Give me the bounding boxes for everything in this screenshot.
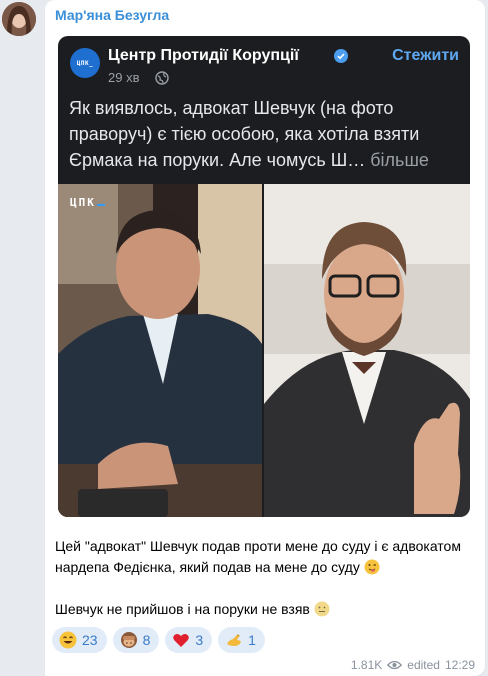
channel-name[interactable]: Центр Протидії Корупції <box>108 47 299 65</box>
post-text: Як виявлось, адвокат Шевчук (на фото пра… <box>69 95 464 173</box>
reaction-count: 1 <box>248 632 256 648</box>
globe-icon <box>155 71 169 85</box>
photo-watermark-text: ЦПК <box>70 196 96 209</box>
avatar[interactable] <box>2 2 36 36</box>
message-time: 12:29 <box>444 658 475 672</box>
follow-button[interactable]: Стежити <box>392 47 459 65</box>
reaction-see-no-evil-monkey[interactable]: 8 <box>112 627 160 653</box>
winking-tongue-face-icon <box>364 559 380 575</box>
pinched-fingers-icon <box>227 634 242 646</box>
message-meta: 1.81K edited 12:29 <box>351 658 475 672</box>
post-time: 29 хв <box>108 70 140 85</box>
grinning-face-icon <box>59 631 77 649</box>
reaction-count: 3 <box>195 632 204 648</box>
view-count: 1.81K <box>350 658 383 672</box>
see-no-evil-monkey-icon <box>120 632 137 648</box>
avatar-image <box>2 2 36 36</box>
channel-logo-text: ЦПК_ <box>76 59 94 67</box>
verified-badge-icon <box>334 49 348 63</box>
man-with-glasses-photo <box>264 184 470 517</box>
message-bubble: Мар'яна Безугла ЦПК_ Центр Протидії Кору… <box>45 0 485 676</box>
reaction-count: 23 <box>82 632 98 648</box>
more-link[interactable]: більше <box>370 150 429 170</box>
message-line-2: Шевчук не прийшов і на поруки не взяв <box>55 599 475 620</box>
post-text-body: Як виявлось, адвокат Шевчук (на фото пра… <box>69 98 420 170</box>
man-in-suit-photo <box>58 184 262 517</box>
reaction-red-heart[interactable]: 3 <box>165 627 213 653</box>
reactions-bar: 23 8 3 1 <box>52 627 265 653</box>
watermark-cursor <box>96 204 105 206</box>
photo-left[interactable]: ЦПК <box>58 184 262 517</box>
message-line-1: Цей "адвокат" Шевчук подав проти мене до… <box>55 536 475 578</box>
reaction-count: 8 <box>142 632 151 648</box>
message-text: Цей "адвокат" Шевчук подав проти мене до… <box>55 536 475 620</box>
edited-label: edited <box>407 658 440 672</box>
reaction-grinning-face[interactable]: 23 <box>52 627 107 653</box>
eye-icon <box>387 660 403 670</box>
photo-watermark: ЦПК <box>70 196 105 209</box>
message-line-1-text: Цей "адвокат" Шевчук подав проти мене до… <box>55 538 461 575</box>
sender-name[interactable]: Мар'яна Безугла <box>55 7 169 23</box>
neutral-face-icon <box>314 601 330 617</box>
channel-logo[interactable]: ЦПК_ <box>70 48 100 78</box>
message-line-2-text: Шевчук не прийшов і на поруки не взяв <box>55 601 310 617</box>
red-heart-icon <box>173 633 190 647</box>
forwarded-post-card[interactable]: ЦПК_ Центр Протидії Корупції Стежити 29 … <box>58 36 470 517</box>
reaction-pinched-fingers[interactable]: 1 <box>218 627 265 653</box>
photo-right[interactable] <box>264 184 470 517</box>
